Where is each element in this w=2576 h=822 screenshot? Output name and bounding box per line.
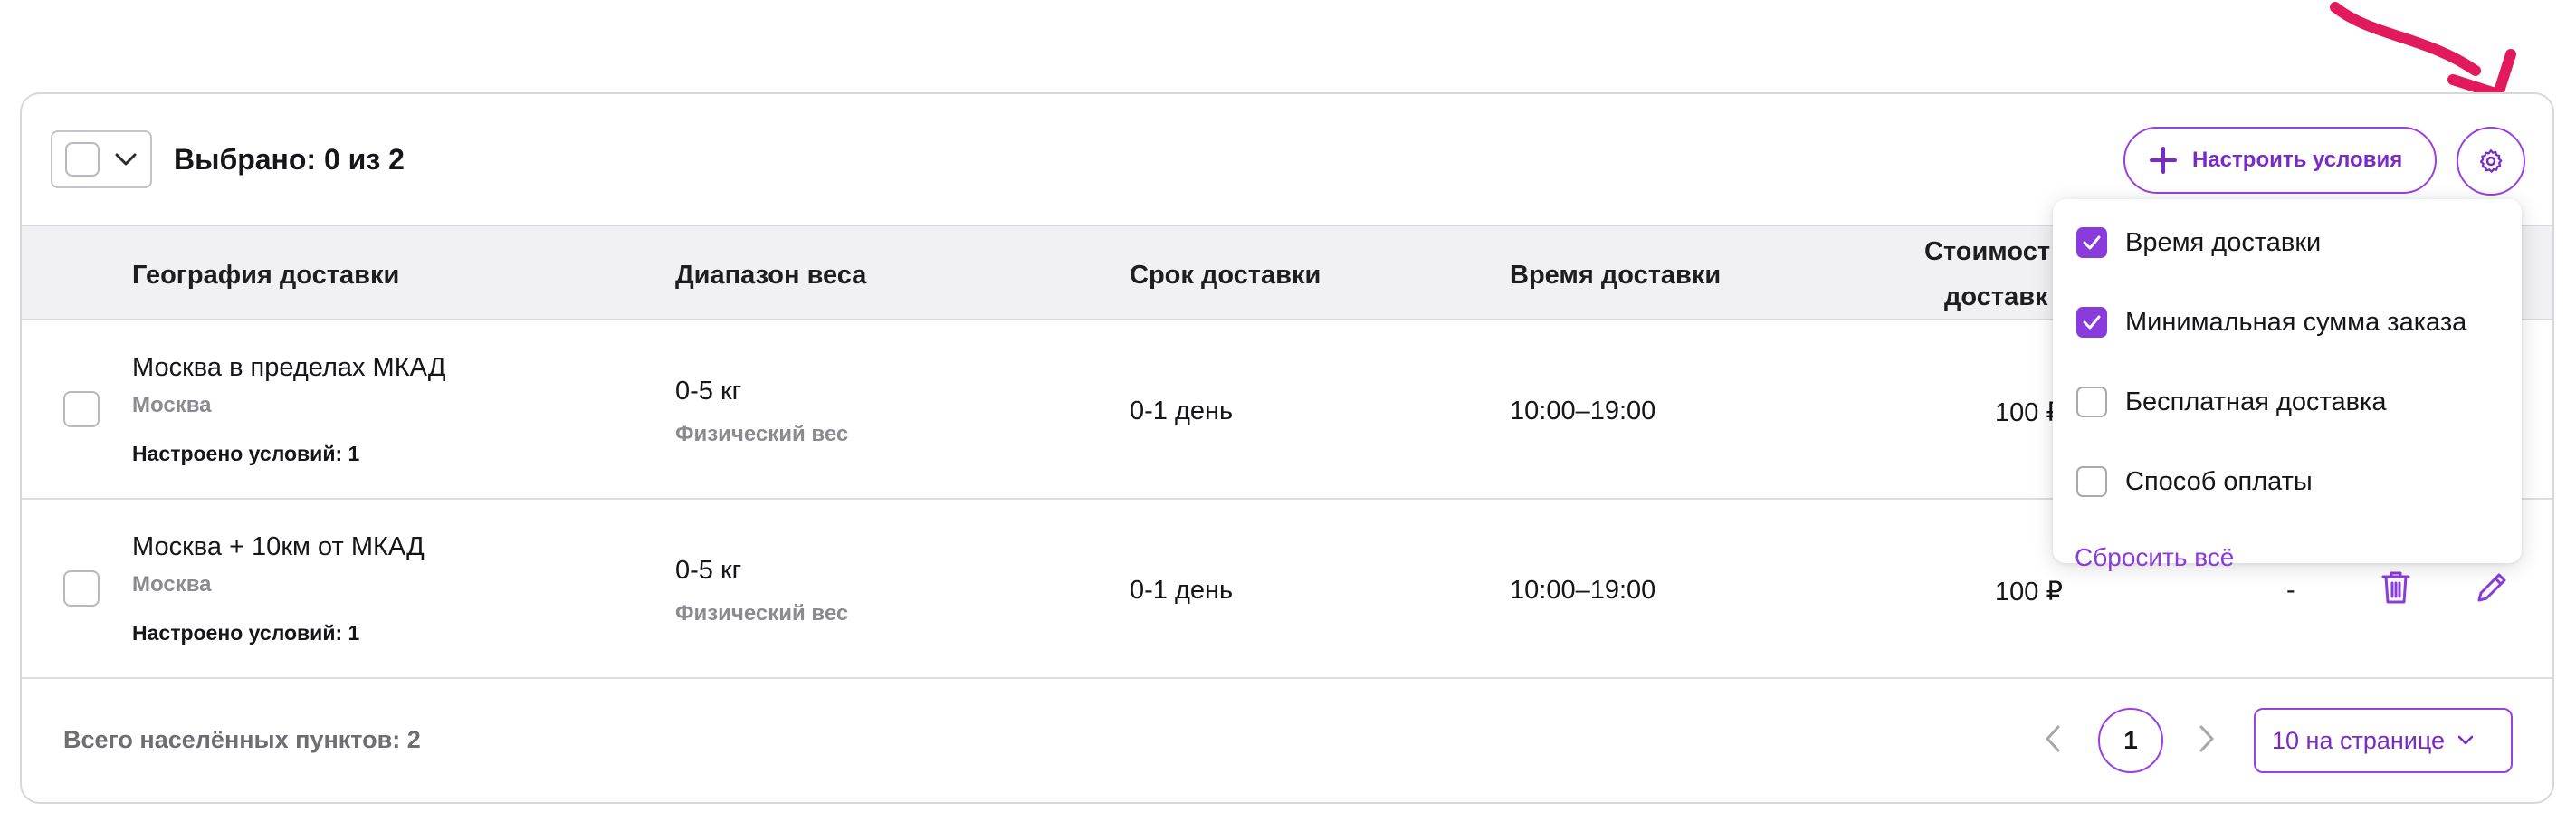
row-weight: 0-5 кг — [675, 556, 742, 585]
configure-conditions-label: Настроить условия — [2192, 148, 2403, 172]
row-conditions: Настроено условий: 1 — [132, 442, 360, 465]
chevron-right-icon — [2199, 725, 2214, 752]
plus-icon — [2147, 144, 2180, 177]
column-settings-button[interactable] — [2457, 127, 2525, 196]
column-settings-menu: Время доставки Минимальная сумма заказа … — [2053, 199, 2522, 571]
check-icon — [2083, 235, 2101, 250]
menu-item-payment-method[interactable]: Способ оплаты — [2076, 464, 2313, 500]
menu-item-label: Бесплатная доставка — [2125, 387, 2387, 416]
row-weight-type: Физический вес — [675, 422, 849, 446]
select-all-checkbox[interactable] — [65, 142, 100, 177]
row-city: Москва — [132, 393, 212, 417]
checkbox-checked[interactable] — [2076, 307, 2107, 338]
header-weight: Диапазон веса — [675, 261, 867, 290]
header-cost-line1: Стоимост — [1924, 237, 2051, 266]
row-conditions: Настроено условий: 1 — [132, 621, 360, 645]
total-count-label: Всего населённых пунктов: 2 — [63, 726, 421, 753]
delete-row-button[interactable] — [2373, 565, 2419, 610]
menu-item-min-order-sum[interactable]: Минимальная сумма заказа — [2076, 304, 2466, 340]
chevron-left-icon — [2046, 725, 2060, 752]
configure-conditions-button[interactable]: Настроить условия — [2123, 127, 2437, 194]
selected-count-label: Выбрано: 0 из 2 — [174, 143, 405, 176]
row-cost: 100 ₽ — [1995, 578, 2063, 607]
gear-icon — [2479, 149, 2503, 173]
row-extra-value: - — [2286, 576, 2295, 605]
header-term: Срок доставки — [1130, 261, 1321, 290]
menu-item-label: Способ оплаты — [2125, 466, 2313, 496]
chevron-down-icon[interactable] — [112, 150, 139, 168]
edit-row-button[interactable] — [2469, 565, 2514, 610]
next-page-button[interactable] — [2187, 719, 2227, 759]
page-number-button[interactable]: 1 — [2098, 708, 2163, 773]
header-cost-line2: доставк — [1944, 282, 2048, 311]
row-weight: 0-5 кг — [675, 377, 742, 406]
bulk-select-dropdown[interactable] — [51, 130, 152, 188]
table-footer: Всего населённых пунктов: 2 1 10 на стра… — [22, 679, 2552, 802]
row-time: 10:00–19:00 — [1510, 397, 1656, 425]
checkbox-unchecked[interactable] — [2076, 466, 2107, 497]
menu-item-label: Минимальная сумма заказа — [2125, 307, 2467, 337]
checkbox-unchecked[interactable] — [2076, 387, 2107, 417]
per-page-select[interactable]: 10 на странице — [2254, 708, 2513, 773]
row-geo: Москва в пределах МКАД — [132, 353, 446, 382]
row-weight-type: Физический вес — [675, 601, 849, 626]
row-term: 0-1 день — [1130, 397, 1234, 425]
header-geography: География доставки — [132, 261, 400, 290]
check-icon — [2083, 315, 2101, 330]
checkbox-checked[interactable] — [2076, 227, 2107, 258]
menu-item-delivery-time[interactable]: Время доставки — [2076, 225, 2321, 261]
prev-page-button[interactable] — [2033, 719, 2073, 759]
row-time: 10:00–19:00 — [1510, 576, 1656, 605]
row-city: Москва — [132, 572, 212, 597]
pencil-icon — [2477, 573, 2506, 602]
menu-item-label: Время доставки — [2125, 227, 2322, 257]
row-term: 0-1 день — [1130, 576, 1234, 605]
reset-all-link[interactable]: Сбросить всё — [2075, 543, 2234, 572]
menu-item-free-delivery[interactable]: Бесплатная доставка — [2076, 384, 2386, 420]
row-checkbox[interactable] — [63, 391, 100, 427]
per-page-label: 10 на странице — [2272, 726, 2446, 754]
chevron-down-icon — [2457, 735, 2474, 746]
header-time: Время доставки — [1510, 261, 1722, 290]
row-checkbox[interactable] — [63, 570, 100, 607]
row-geo: Москва + 10км от МКАД — [132, 532, 425, 561]
trash-icon — [2381, 571, 2410, 604]
